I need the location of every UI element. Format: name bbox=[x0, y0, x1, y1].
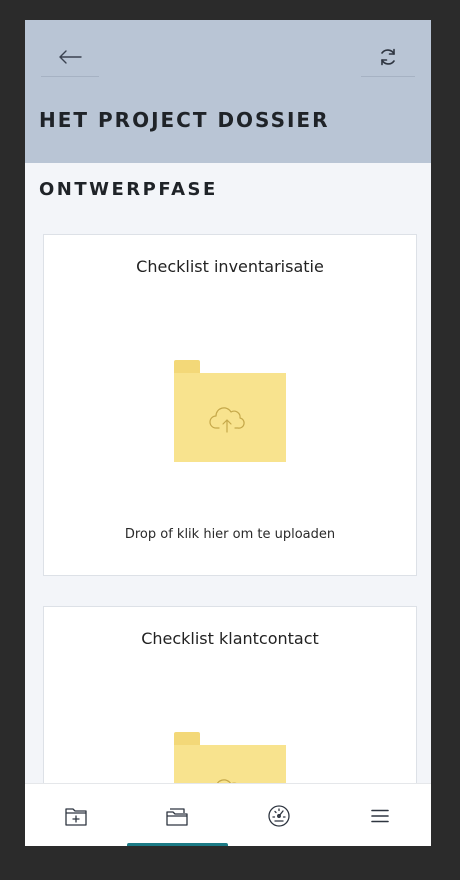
folder-add-icon bbox=[64, 807, 87, 826]
refresh-button[interactable] bbox=[361, 38, 415, 77]
folder-files-icon bbox=[165, 807, 188, 826]
header: HET PROJECT DOSSIER bbox=[25, 20, 431, 163]
refresh-icon bbox=[381, 48, 395, 66]
folder-upload-icon bbox=[174, 360, 286, 462]
dashboard-gauge-icon bbox=[267, 804, 290, 827]
active-tab-indicator bbox=[127, 843, 228, 846]
nav-files[interactable] bbox=[126, 784, 227, 846]
nav-add-folder[interactable] bbox=[25, 784, 126, 846]
app-screen: HET PROJECT DOSSIER ONTWERPFASE Checklis… bbox=[25, 20, 431, 846]
section-title: ONTWERPFASE bbox=[39, 179, 218, 200]
arrow-left-icon bbox=[59, 50, 82, 64]
menu-icon bbox=[370, 809, 389, 822]
upload-hint: Drop of klik hier om te uploaden bbox=[124, 527, 336, 542]
upload-card-klantcontact[interactable]: Checklist klantcontact bbox=[43, 606, 417, 834]
upload-card-inventarisatie[interactable]: Checklist inventarisatie Drop of klik hi… bbox=[43, 234, 417, 576]
nav-menu[interactable] bbox=[329, 784, 430, 846]
bottom-nav bbox=[25, 783, 431, 846]
card-title: Checklist klantcontact bbox=[141, 629, 319, 648]
content-area: ONTWERPFASE Checklist inventarisatie Dro… bbox=[25, 163, 431, 834]
back-button[interactable] bbox=[41, 38, 99, 77]
nav-dashboard[interactable] bbox=[228, 784, 329, 846]
page-title: HET PROJECT DOSSIER bbox=[39, 108, 330, 132]
card-title: Checklist inventarisatie bbox=[136, 257, 324, 276]
